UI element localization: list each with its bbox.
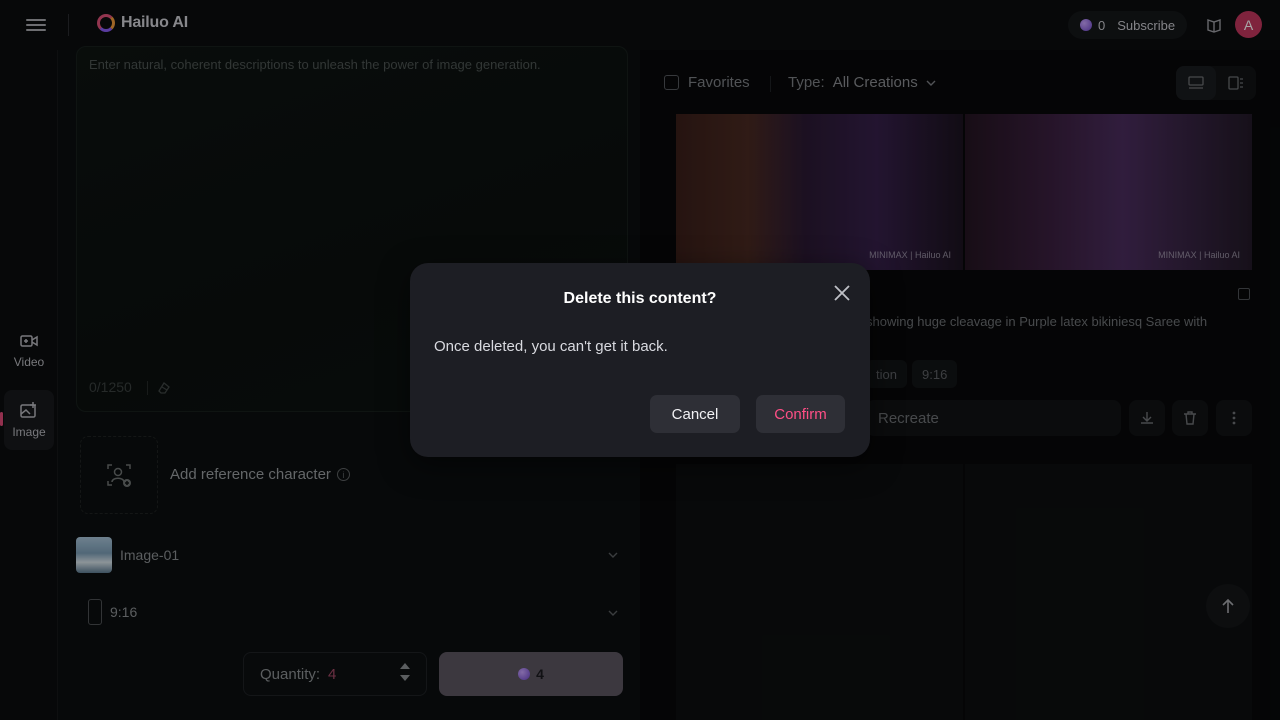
cancel-button[interactable]: Cancel	[650, 395, 740, 433]
confirm-button[interactable]: Confirm	[756, 395, 845, 433]
dialog-message: Once deleted, you can't get it back.	[434, 338, 668, 355]
dialog-title: Delete this content?	[563, 290, 717, 307]
close-icon[interactable]	[830, 281, 854, 305]
delete-confirm-dialog: Delete this content? Once deleted, you c…	[410, 263, 870, 457]
